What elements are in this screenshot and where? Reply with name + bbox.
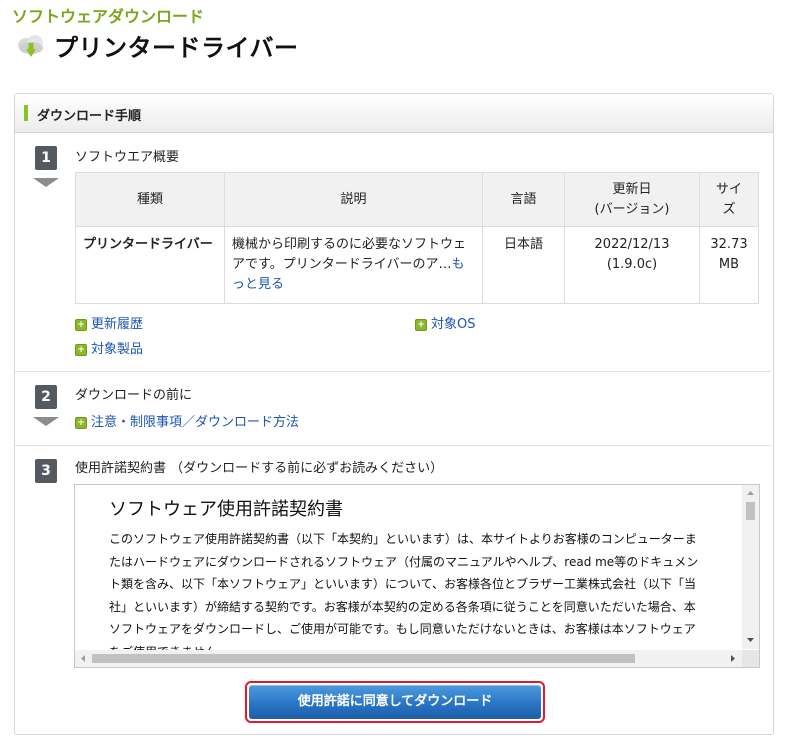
cell-type: プリンタードライバー xyxy=(75,226,225,304)
panel-header: ダウンロード手順 xyxy=(15,94,773,133)
license-title: ソフトウェア使用許諾契約書 xyxy=(109,499,343,520)
step-3-label: 使用許諾契約書 （ダウンロードする前に必ずお読みください） xyxy=(75,461,444,476)
step-2-arrow-icon xyxy=(33,417,59,426)
step-2-label: ダウンロードの前に xyxy=(75,388,193,403)
cautions-download-method-link[interactable]: + 注意・制限事項／ダウンロード方法 xyxy=(75,411,299,430)
cell-language: 日本語 xyxy=(482,226,565,304)
step-3-number: 3 xyxy=(35,459,57,483)
panel-heading: ダウンロード手順 xyxy=(37,109,142,124)
cloud-download-icon xyxy=(14,30,48,60)
plus-icon: + xyxy=(415,319,427,331)
plus-icon: + xyxy=(75,344,87,356)
license-text: このソフトウェア使用許諾契約書（以下「本契約」といいます）は、本サイトよりお客様… xyxy=(109,532,699,659)
step-1-label: ソフトウエア概要 xyxy=(75,150,180,165)
target-os-label: 対象OS xyxy=(431,317,476,332)
plus-icon: + xyxy=(75,417,87,429)
page-title: プリンタードライバー xyxy=(14,28,299,62)
table-header-row: 種類 説明 言語 更新日 (バージョン) サイ ズ xyxy=(75,172,759,227)
cautions-download-method-label: 注意・制限事項／ダウンロード方法 xyxy=(91,415,300,430)
col-size: サイ ズ xyxy=(699,172,759,227)
target-products-label: 対象製品 xyxy=(91,342,144,357)
col-updated: 更新日 (バージョン) xyxy=(564,172,700,227)
heading-accent-bar xyxy=(24,105,28,121)
update-history-link[interactable]: + 更新履歴 xyxy=(75,313,143,332)
step-1-number: 1 xyxy=(35,146,57,170)
software-overview-table: 種類 説明 言語 更新日 (バージョン) サイ ズ プリンタードライバー 機械か… xyxy=(75,172,759,304)
vertical-scrollbar[interactable] xyxy=(742,485,759,649)
col-type: 種類 xyxy=(75,172,225,227)
step-2-number: 2 xyxy=(35,385,57,409)
col-description: 説明 xyxy=(224,172,483,227)
target-products-link[interactable]: + 対象製品 xyxy=(75,338,143,357)
cell-size: 32.73 MB xyxy=(699,226,759,304)
cell-updated: 2022/12/13 (1.9.0c) xyxy=(564,226,700,304)
step-divider xyxy=(15,445,771,446)
col-language: 言語 xyxy=(482,172,565,227)
horizontal-scrollbar[interactable] xyxy=(75,650,742,667)
category-title: ソフトウェアダウンロード xyxy=(12,7,205,26)
license-agreement-box[interactable]: ソフトウェア使用許諾契約書 このソフトウェア使用許諾契約書（以下「本契約」といい… xyxy=(74,484,760,668)
plus-icon: + xyxy=(75,319,87,331)
description-text: 機械から印刷するのに必要なソフトウェアです。プリンタードライバーのア… xyxy=(232,237,467,272)
update-history-label: 更新履歴 xyxy=(91,317,144,332)
page-heading: プリンタードライバー xyxy=(54,33,299,62)
target-os-link[interactable]: + 対象OS xyxy=(415,313,476,332)
cell-description: 機械から印刷するのに必要なソフトウェアです。プリンタードライバーのア…もっと見る xyxy=(224,226,483,304)
table-row: プリンタードライバー 機械から印刷するのに必要なソフトウェアです。プリンタードラ… xyxy=(75,226,759,304)
step-1-arrow-icon xyxy=(33,178,59,187)
scrollbar-corner xyxy=(742,650,759,667)
step-divider xyxy=(15,371,771,372)
agree-and-download-button[interactable]: 使用許諾に同意してダウンロード xyxy=(249,685,541,719)
